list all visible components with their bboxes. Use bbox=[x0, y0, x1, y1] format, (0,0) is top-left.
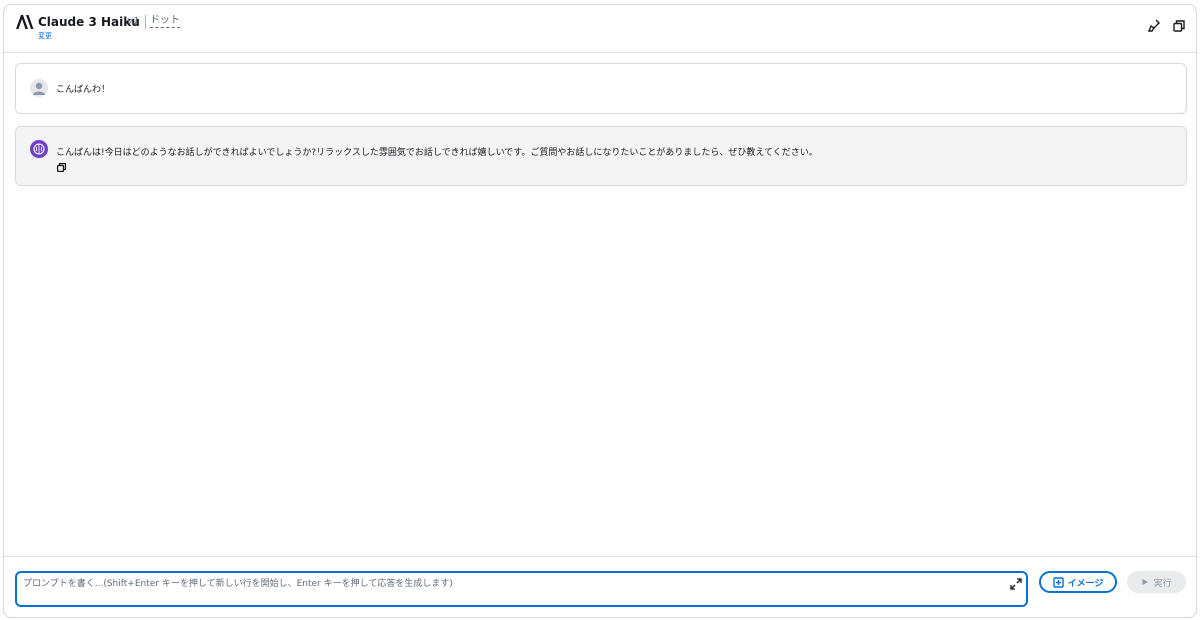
composer-bar: イメージ 実行 bbox=[4, 556, 1196, 618]
copy-response-icon[interactable] bbox=[56, 162, 67, 173]
assistant-avatar bbox=[30, 140, 48, 158]
assistant-message-text: こんばんは!今日はどのようなお話しができればよいでしょうか?リラックスした雰囲気… bbox=[56, 148, 818, 158]
image-upload-icon bbox=[1052, 576, 1064, 588]
model-version: v1 bbox=[127, 16, 140, 27]
run-button-label: 実行 bbox=[1153, 578, 1172, 589]
user-avatar bbox=[30, 79, 48, 97]
chat-panel: Claude 3 Haiku v1 ドット 変更 こんばんわ！ こんばんは!今日… bbox=[3, 4, 1197, 618]
run-button[interactable]: 実行 bbox=[1127, 571, 1186, 593]
user-message: こんばんわ！ bbox=[15, 63, 1187, 114]
header-divider bbox=[145, 15, 146, 29]
prompt-input[interactable] bbox=[21, 574, 1001, 604]
expand-icon[interactable] bbox=[1010, 578, 1022, 590]
anthropic-logo-icon bbox=[16, 15, 34, 29]
image-button[interactable]: イメージ bbox=[1039, 571, 1117, 593]
image-button-label: イメージ bbox=[1067, 578, 1104, 589]
change-model-link[interactable]: 変更 bbox=[38, 31, 52, 41]
copy-icon[interactable] bbox=[1172, 19, 1186, 33]
clear-icon[interactable] bbox=[1147, 19, 1161, 33]
panel-header: Claude 3 Haiku v1 ドット 変更 bbox=[4, 5, 1196, 53]
brain-icon bbox=[33, 143, 45, 155]
user-icon bbox=[33, 82, 45, 95]
prompt-box bbox=[15, 571, 1028, 607]
model-name: Claude 3 Haiku bbox=[38, 15, 140, 29]
user-message-text: こんばんわ！ bbox=[56, 85, 111, 95]
model-variant: ドット bbox=[150, 15, 180, 28]
play-icon bbox=[1142, 579, 1149, 585]
assistant-message: こんばんは!今日はどのようなお話しができればよいでしょうか?リラックスした雰囲気… bbox=[15, 126, 1187, 186]
